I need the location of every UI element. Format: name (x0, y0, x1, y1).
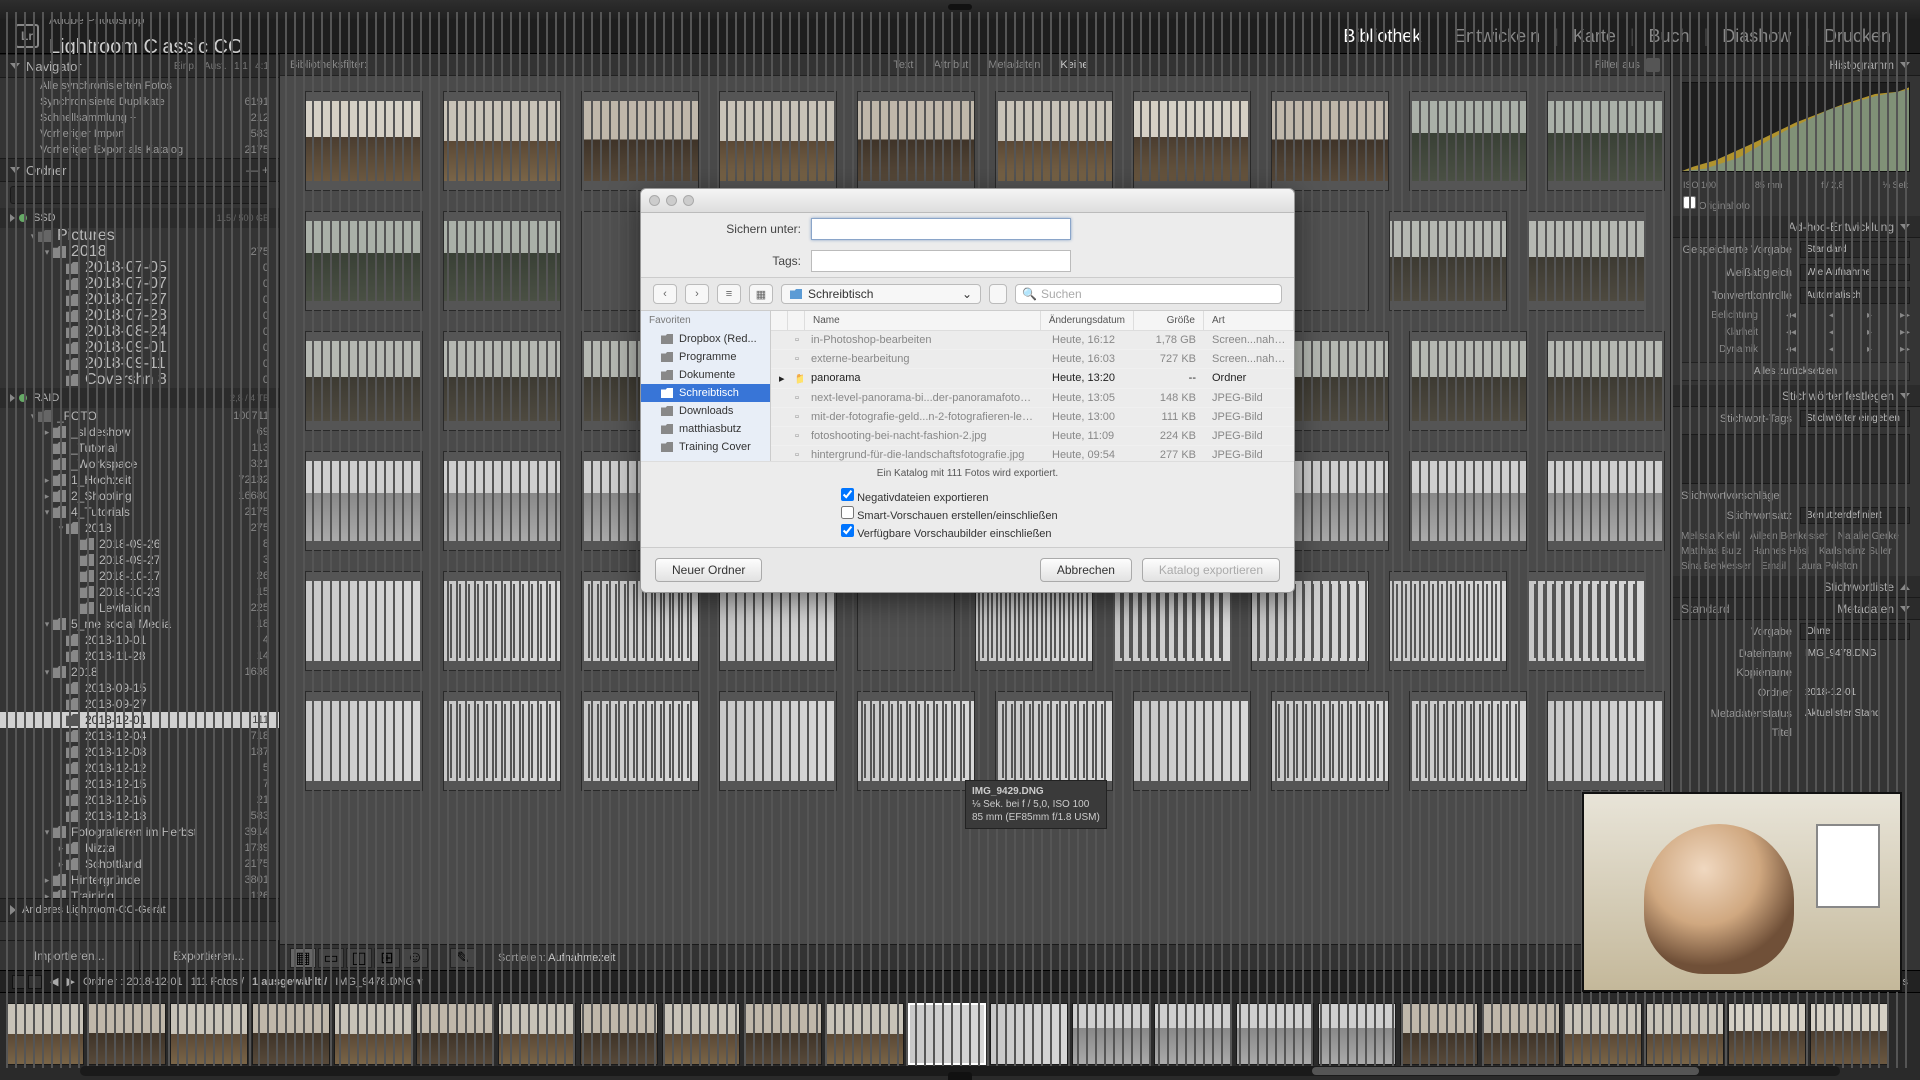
location-expand-button[interactable] (989, 284, 1007, 304)
file-row: ▫mit-der-fotografie-geld...n-2-fotografi… (771, 408, 1294, 427)
cancel-button[interactable]: Abbrechen (1040, 558, 1132, 582)
nav-back-button[interactable]: ‹ (653, 284, 677, 304)
thumbnail-tooltip: IMG_9429.DNG ⅛ Sek. bei f / 5,0, ISO 100… (965, 780, 1107, 829)
file-row: ▫hintergrund-für-die-landschaftsfotograf… (771, 446, 1294, 461)
finder-sidebar: Favoriten Dropbox (Red...ProgrammeDokume… (641, 311, 771, 461)
sidebar-item[interactable]: Dropbox (Red... (641, 330, 770, 348)
search-icon: 🔍 (1022, 287, 1037, 301)
webcam-overlay (1582, 792, 1902, 992)
sidebar-item[interactable]: matthiasbutz (641, 420, 770, 438)
opt-previews[interactable]: Verfügbare Vorschaubilder einschließen (841, 523, 1294, 541)
file-row: ▫next-level-panorama-bi...der-panoramafo… (771, 389, 1294, 408)
view-list-button[interactable]: ≡ (717, 284, 741, 304)
tags-input[interactable] (811, 250, 1071, 272)
export-catalog-button[interactable]: Katalog exportieren (1142, 558, 1280, 582)
dialog-titlebar[interactable] (641, 189, 1294, 213)
view-icons-button[interactable]: ▦ (749, 284, 773, 304)
file-row[interactable]: ▸📁panoramaHeute, 13:20--Ordner (771, 369, 1294, 389)
folder-icon (790, 289, 802, 299)
sidebar-item[interactable]: Downloads (641, 402, 770, 420)
opt-smart-previews[interactable]: Smart-Vorschauen erstellen/einschließen (841, 505, 1294, 523)
save-as-input[interactable] (811, 218, 1071, 240)
file-row: ▫fotoshooting-bei-nacht-fashion-2.jpgHeu… (771, 427, 1294, 446)
new-folder-button[interactable]: Neuer Ordner (655, 558, 762, 582)
filmstrip-thumb[interactable] (990, 1003, 1068, 1065)
export-catalog-dialog: Sichern unter: Tags: ‹ › ≡ ▦ Schreibtisc… (640, 188, 1295, 593)
location-dropdown[interactable]: Schreibtisch⌄ (781, 284, 981, 304)
sidebar-item[interactable]: Schreibtisch (641, 384, 770, 402)
nav-fwd-button[interactable]: › (685, 284, 709, 304)
export-note: Ein Katalog mit 111 Fotos wird exportier… (641, 461, 1294, 485)
file-list[interactable]: NameÄnderungsdatumGrößeArt ▫in-Photoshop… (771, 311, 1294, 461)
sidebar-item[interactable]: Dokumente (641, 366, 770, 384)
sidebar-item[interactable]: Programme (641, 348, 770, 366)
file-row: ▫in-Photoshop-bearbeitenHeute, 16:121,78… (771, 331, 1294, 350)
filmstrip[interactable] (0, 992, 1920, 1080)
file-row: ▫externe-bearbeitungHeute, 16:03727 KBSc… (771, 350, 1294, 369)
search-input[interactable]: 🔍Suchen (1015, 284, 1282, 304)
opt-negatives[interactable]: Negativdateien exportieren (841, 487, 1294, 505)
sidebar-item[interactable]: Training Cover (641, 438, 770, 456)
